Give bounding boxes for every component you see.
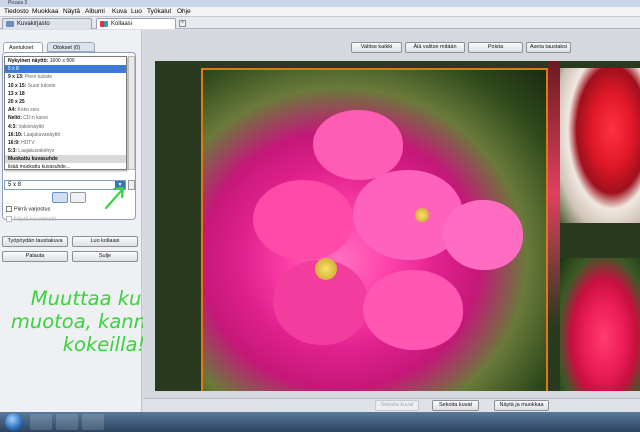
select-all-button[interactable]: Valitse kaikki bbox=[351, 42, 402, 53]
dropdown-option[interactable]: 5 x 8 bbox=[5, 65, 126, 74]
menu-create[interactable]: Luo bbox=[131, 8, 142, 15]
dropdown-option[interactable]: Nykyinen näyttö: 1600 x 900 bbox=[5, 57, 126, 65]
flower-center bbox=[415, 208, 429, 222]
taskbar-app-icon[interactable] bbox=[30, 414, 52, 430]
tab-collage[interactable]: Kollaasi bbox=[96, 18, 176, 29]
portrait-orientation-button[interactable] bbox=[70, 192, 86, 203]
flower-center bbox=[315, 258, 337, 280]
menu-edit[interactable]: Muokkaa bbox=[32, 8, 58, 15]
menu-image[interactable]: Kuva bbox=[112, 8, 127, 15]
delete-button[interactable]: Poista bbox=[468, 42, 523, 53]
menu-file[interactable]: Tiedosto bbox=[4, 8, 29, 15]
dropdown-option[interactable]: 9 x 13: Pieni tuloste bbox=[5, 73, 126, 81]
dropdown-option[interactable]: 20 x 25 bbox=[5, 98, 126, 106]
dropdown-option[interactable]: 10 x 15: Suuri tuloste bbox=[5, 82, 126, 90]
close-tab-icon[interactable]: × bbox=[179, 20, 186, 27]
collage-work-area: Valitse kaikki Älä valitse mitään Poista… bbox=[143, 30, 640, 412]
tab-clips[interactable]: Otokset (0) bbox=[47, 42, 95, 52]
disabled-button: Sekoita kuvat bbox=[375, 400, 419, 411]
dropdown-option[interactable]: 16:9: HDTV bbox=[5, 139, 126, 147]
menu-view[interactable]: Näytä bbox=[63, 8, 80, 15]
dropdown-option[interactable]: Neliö: CD:n kansi bbox=[5, 114, 126, 122]
create-collage-button[interactable]: Luo kollaasi bbox=[72, 236, 138, 247]
collage-photo[interactable] bbox=[548, 61, 560, 391]
desktop-background-button[interactable]: Työpöydän taustakuva bbox=[2, 236, 68, 247]
dropdown-option[interactable]: 4:3: Vakionäyttö bbox=[5, 123, 126, 131]
flower-petal bbox=[443, 200, 523, 270]
draw-shadows-checkbox[interactable]: Piirrä varjostus bbox=[6, 206, 50, 212]
collage-icon bbox=[100, 21, 108, 27]
checkbox-icon[interactable] bbox=[6, 216, 12, 222]
close-button[interactable]: Sulje bbox=[72, 251, 138, 262]
title-bar: Picasa 3 bbox=[0, 0, 640, 7]
collage-canvas[interactable] bbox=[155, 61, 640, 391]
annotation-arrow-icon bbox=[104, 186, 125, 210]
deselect-all-button[interactable]: Älä valitse mitään bbox=[405, 42, 465, 53]
menu-album[interactable]: Albumi bbox=[85, 8, 105, 15]
flower-petal bbox=[253, 180, 353, 260]
start-icon[interactable] bbox=[5, 413, 23, 431]
view-edit-button[interactable]: Näytä ja muokkaa bbox=[494, 400, 549, 411]
dropdown-option[interactable]: 16:10: Laajakuvanäyttö bbox=[5, 131, 126, 139]
select-value: 5 x 8 bbox=[8, 182, 22, 188]
dropdown-option[interactable]: 5:3: Laajakuvakehys bbox=[5, 147, 126, 155]
flower-petal bbox=[313, 110, 403, 180]
menu-tools[interactable]: Työkalut bbox=[147, 8, 171, 15]
flower-petal bbox=[363, 270, 463, 350]
library-icon bbox=[6, 21, 14, 27]
aspect-ratio-dropdown[interactable]: Nykyinen näyttö: 1600 x 900 5 x 8 9 x 13… bbox=[4, 56, 127, 170]
bottom-bar: Sekoita kuvat Sekoita kuvat Näytä ja muo… bbox=[143, 398, 640, 412]
menu-bar: Tiedosto Muokkaa Näytä Albumi Kuva Luo T… bbox=[0, 7, 640, 17]
collage-photo[interactable] bbox=[560, 68, 640, 223]
app-tab-strip: Kuvakirjasto Kollaasi × bbox=[0, 17, 640, 29]
show-captions-checkbox[interactable]: Näytä kuvatekstit bbox=[6, 216, 56, 222]
tab-settings[interactable]: Asetukset bbox=[3, 42, 43, 52]
collage-photo[interactable] bbox=[560, 258, 640, 391]
os-taskbar bbox=[0, 412, 640, 432]
dropdown-section-header: Muokattu kuvasuhde bbox=[5, 155, 126, 164]
tab-library[interactable]: Kuvakirjasto bbox=[2, 18, 92, 29]
collage-photo-selected[interactable] bbox=[201, 68, 548, 391]
dropdown-option-custom[interactable]: lisää muokattu kuvasuhde... bbox=[5, 163, 126, 171]
landscape-orientation-button[interactable] bbox=[52, 192, 68, 203]
tab-collage-label: Kollaasi bbox=[111, 21, 133, 27]
set-background-button[interactable]: Aseta taustaksi bbox=[526, 42, 571, 53]
taskbar-app-icon[interactable] bbox=[56, 414, 78, 430]
checkbox-icon[interactable] bbox=[6, 206, 12, 212]
taskbar-app-icon[interactable] bbox=[82, 414, 104, 430]
tab-library-label: Kuvakirjasto bbox=[17, 21, 50, 27]
window-title: Picasa 3 bbox=[8, 0, 28, 6]
dropdown-option[interactable]: A4: Koko sivu bbox=[5, 106, 126, 114]
dropdown-scrollbar[interactable] bbox=[128, 56, 135, 170]
menu-help[interactable]: Ohje bbox=[177, 8, 191, 15]
shuffle-images-button[interactable]: Sekoita kuvat bbox=[432, 400, 479, 411]
back-button[interactable]: Palauta bbox=[2, 251, 68, 262]
dropdown-option[interactable]: 13 x 18 bbox=[5, 90, 126, 98]
